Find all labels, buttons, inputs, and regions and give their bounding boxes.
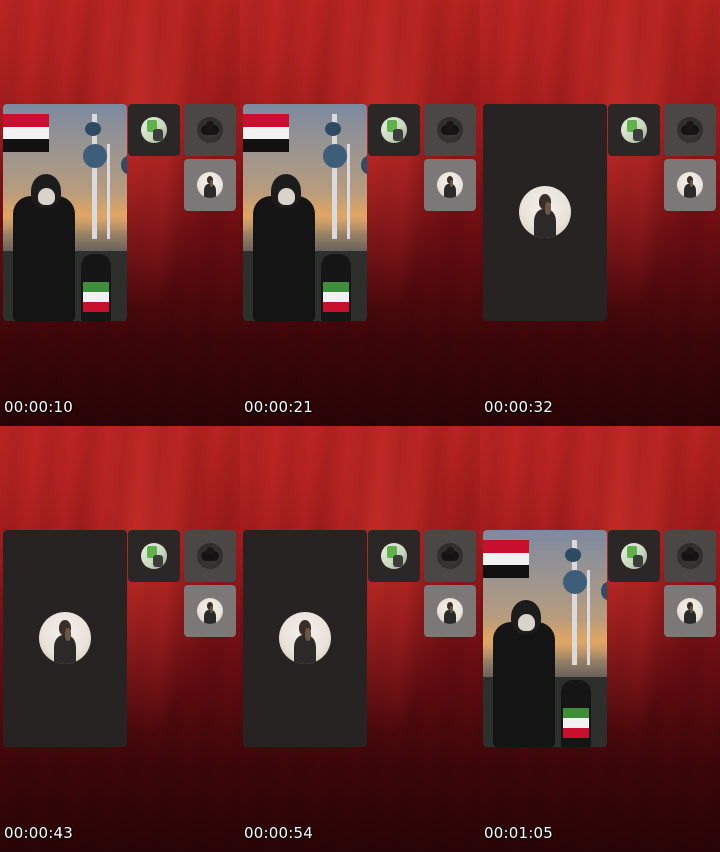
flag-graphic: [243, 114, 289, 152]
timestamp: 00:00:32: [484, 398, 553, 416]
call-frame-1: 00:00:10: [0, 0, 240, 426]
participant-tile-2[interactable]: [664, 104, 716, 156]
participant-tile-3[interactable]: [184, 159, 236, 211]
participant-tile-2[interactable]: [184, 104, 236, 156]
call-frame-4: 00:00:43: [0, 426, 240, 852]
participant-tile-1[interactable]: [368, 530, 420, 582]
participant-tile-2[interactable]: [424, 104, 476, 156]
call-frame-3: 00:00:32: [480, 0, 720, 426]
main-video-feed[interactable]: [3, 104, 127, 321]
man-portrait-avatar-icon: [437, 172, 463, 198]
participant-tile-1[interactable]: [608, 530, 660, 582]
dark-group-avatar-icon: [437, 117, 463, 143]
main-avatar-tile[interactable]: [483, 104, 607, 321]
participant-tile-3[interactable]: [664, 585, 716, 637]
green-app-avatar-icon: [141, 117, 167, 143]
main-avatar-tile[interactable]: [243, 530, 367, 747]
main-video-feed[interactable]: [243, 104, 367, 321]
timestamp: 00:00:43: [4, 824, 73, 842]
call-frame-6: 00:01:05: [480, 426, 720, 852]
flag-graphic: [3, 114, 49, 152]
green-app-avatar-icon: [381, 117, 407, 143]
main-avatar-icon: [279, 612, 331, 664]
call-frame-2: 00:00:21: [240, 0, 480, 426]
video-call-frame-grid: 00:00:10 00:00:21 00:00:32 00:00:43 00:0…: [0, 0, 720, 852]
flag-graphic: [483, 540, 529, 578]
dark-group-avatar-icon: [677, 543, 703, 569]
participant-tile-1[interactable]: [128, 530, 180, 582]
timestamp: 00:00:10: [4, 398, 73, 416]
participant-tile-2[interactable]: [184, 530, 236, 582]
dark-group-avatar-icon: [437, 543, 463, 569]
green-app-avatar-icon: [621, 117, 647, 143]
main-avatar-icon: [519, 186, 571, 238]
dark-group-avatar-icon: [197, 543, 223, 569]
participant-tile-2[interactable]: [424, 530, 476, 582]
green-app-avatar-icon: [141, 543, 167, 569]
participant-tile-3[interactable]: [424, 159, 476, 211]
timestamp: 00:00:21: [244, 398, 313, 416]
call-frame-5: 00:00:54: [240, 426, 480, 852]
participant-tile-1[interactable]: [608, 104, 660, 156]
participant-tile-2[interactable]: [664, 530, 716, 582]
man-portrait-avatar-icon: [677, 172, 703, 198]
main-avatar-icon: [39, 612, 91, 664]
dark-group-avatar-icon: [677, 117, 703, 143]
participant-tile-1[interactable]: [368, 104, 420, 156]
participant-tile-3[interactable]: [184, 585, 236, 637]
dark-group-avatar-icon: [197, 117, 223, 143]
green-app-avatar-icon: [621, 543, 647, 569]
green-app-avatar-icon: [381, 543, 407, 569]
man-portrait-avatar-icon: [677, 598, 703, 624]
main-avatar-tile[interactable]: [3, 530, 127, 747]
participant-tile-1[interactable]: [128, 104, 180, 156]
participant-tile-3[interactable]: [424, 585, 476, 637]
timestamp: 00:01:05: [484, 824, 553, 842]
man-portrait-avatar-icon: [197, 598, 223, 624]
main-video-feed[interactable]: [483, 530, 607, 747]
man-portrait-avatar-icon: [437, 598, 463, 624]
man-portrait-avatar-icon: [197, 172, 223, 198]
timestamp: 00:00:54: [244, 824, 313, 842]
participant-tile-3[interactable]: [664, 159, 716, 211]
